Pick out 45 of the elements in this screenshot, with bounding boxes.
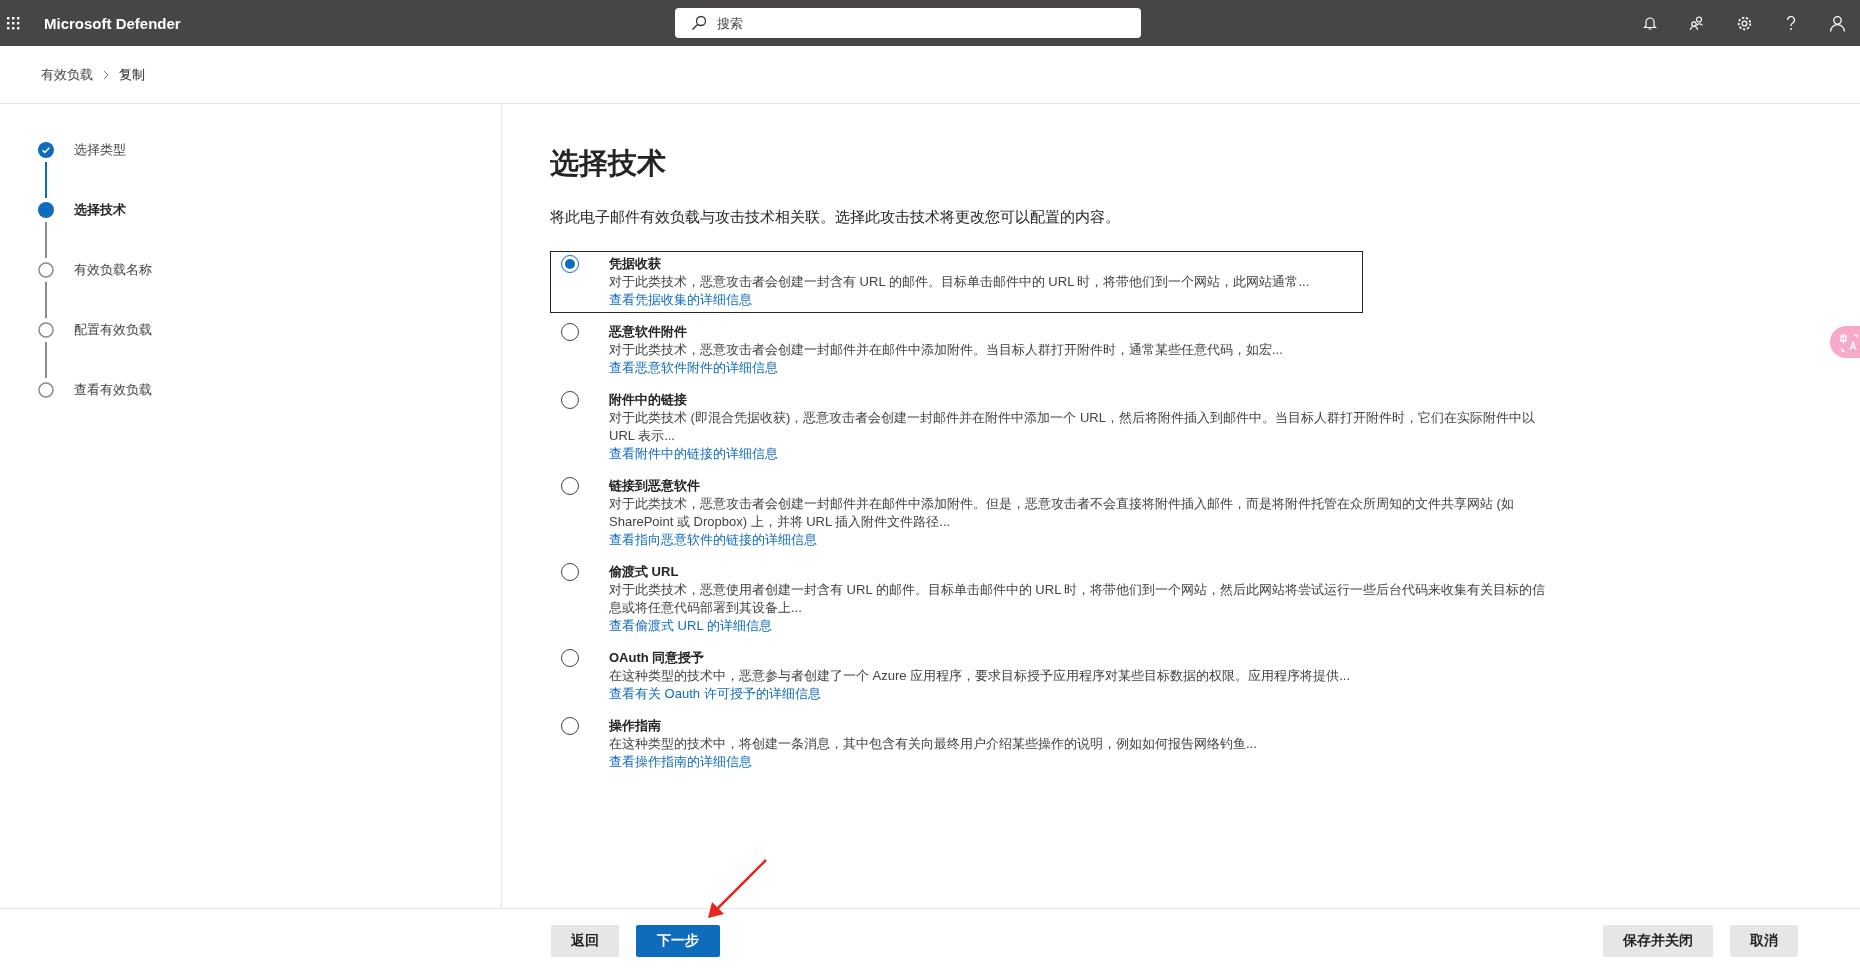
technique-name: 操作指南 — [609, 717, 661, 735]
details-link[interactable]: 查看恶意软件附件的详细信息 — [609, 359, 778, 377]
step-label: 有效负载名称 — [74, 262, 152, 279]
search-icon — [691, 15, 707, 31]
step-label: 配置有效负载 — [74, 322, 152, 339]
bell-icon[interactable] — [1642, 15, 1658, 31]
step-label: 选择技术 — [74, 202, 126, 219]
breadcrumb-link[interactable]: 有效负载 — [41, 65, 93, 84]
technique-description: 在这种类型的技术中，将创建一条消息，其中包含有关向最终用户介绍某些操作的说明，例如如何报告网络钓鱼... — [609, 735, 1257, 753]
technique-description: 对于此类技术，恶意攻击者会创建一封含有 URL 的邮件。目标单击邮件中的 URL 时，将带他们到一个网站，此网站通常... — [609, 273, 1310, 291]
technique-name: 凭据收获 — [609, 255, 661, 273]
back-button[interactable]: 返回 — [551, 925, 619, 957]
cancel-button[interactable]: 取消 — [1730, 925, 1798, 957]
help-icon[interactable] — [1784, 15, 1798, 31]
technique-description: 在这种类型的技术中，恶意参与者创建了一个 Azure 应用程序，要求目标授予应用程序对某些目标数据的权限。应用程序将提供... — [609, 667, 1351, 685]
step-label: 选择类型 — [74, 142, 126, 159]
technique-name: 偷渡式 URL — [609, 563, 679, 581]
technique-name: 附件中的链接 — [609, 391, 687, 409]
details-link[interactable]: 查看有关 Oauth 许可授予的详细信息 — [609, 685, 821, 703]
details-link[interactable]: 查看凭据收集的详细信息 — [609, 291, 752, 309]
save-close-button[interactable]: 保存并关闭 — [1603, 925, 1713, 957]
search-field[interactable]: 搜索 — [675, 8, 1141, 38]
technique-name: OAuth 同意授予 — [609, 649, 705, 667]
details-link[interactable]: 查看指向恶意软件的链接的详细信息 — [609, 531, 817, 549]
page-description: 将此电子邮件有效负载与攻击技术相关联。选择此攻击技术将更改您可以配置的内容。 — [550, 208, 1121, 227]
chevron-right-icon — [103, 69, 109, 80]
technique-description: 对于此类技术，恶意攻击者会创建一封邮件并在邮件中添加附件。当目标人群打开附件时，通常某些任意代码，如宏... — [609, 341, 1283, 359]
annotation-arrow — [706, 858, 768, 920]
app-title: Microsoft Defender — [44, 14, 182, 32]
technique-name: 链接到恶意软件 — [609, 477, 700, 495]
technique-name: 恶意软件附件 — [609, 323, 687, 341]
technique-description: 对于此类技术，恶意使用者创建一封含有 URL 的邮件。目标单击邮件中的 URL 时，将带他们到一个网站，然后此网站将尝试运行一些后台代码来收集有关目标的信息或将任意代码部署到其设备上... — [609, 581, 1547, 617]
details-link[interactable]: 查看偷渡式 URL 的详细信息 — [609, 617, 772, 635]
step-label: 查看有效负载 — [74, 382, 152, 398]
user-icon[interactable] — [1829, 14, 1846, 32]
settings-icon[interactable] — [1736, 14, 1753, 32]
technique-description: 对于此类技术 (即混合凭据收获)，恶意攻击者会创建一封邮件并在附件中添加一个 URL，然后将附件插入到邮件中。当目标人群打开附件时，它们在实际附件中以 URL 表示... — [609, 409, 1536, 445]
technique-description: 对于此类技术，恶意攻击者会创建一封邮件并在邮件中添加附件。但是，恶意攻击者不会直接将附件插入邮件，而是将附件托管在众所周知的文件共享网站 (如 SharePoint 或 Dropbox) 上，并将 URL 插入附件文件路径... — [609, 495, 1515, 531]
page-title: 选择技术 — [550, 146, 667, 181]
people-icon[interactable] — [1689, 15, 1705, 31]
details-link[interactable]: 查看附件中的链接的详细信息 — [609, 445, 778, 463]
details-link[interactable]: 查看操作指南的详细信息 — [609, 753, 752, 771]
app-launcher-icon[interactable] — [6, 16, 20, 30]
breadcrumb-link[interactable]: 复制 — [119, 65, 145, 84]
next-button[interactable]: 下一步 — [636, 925, 720, 957]
